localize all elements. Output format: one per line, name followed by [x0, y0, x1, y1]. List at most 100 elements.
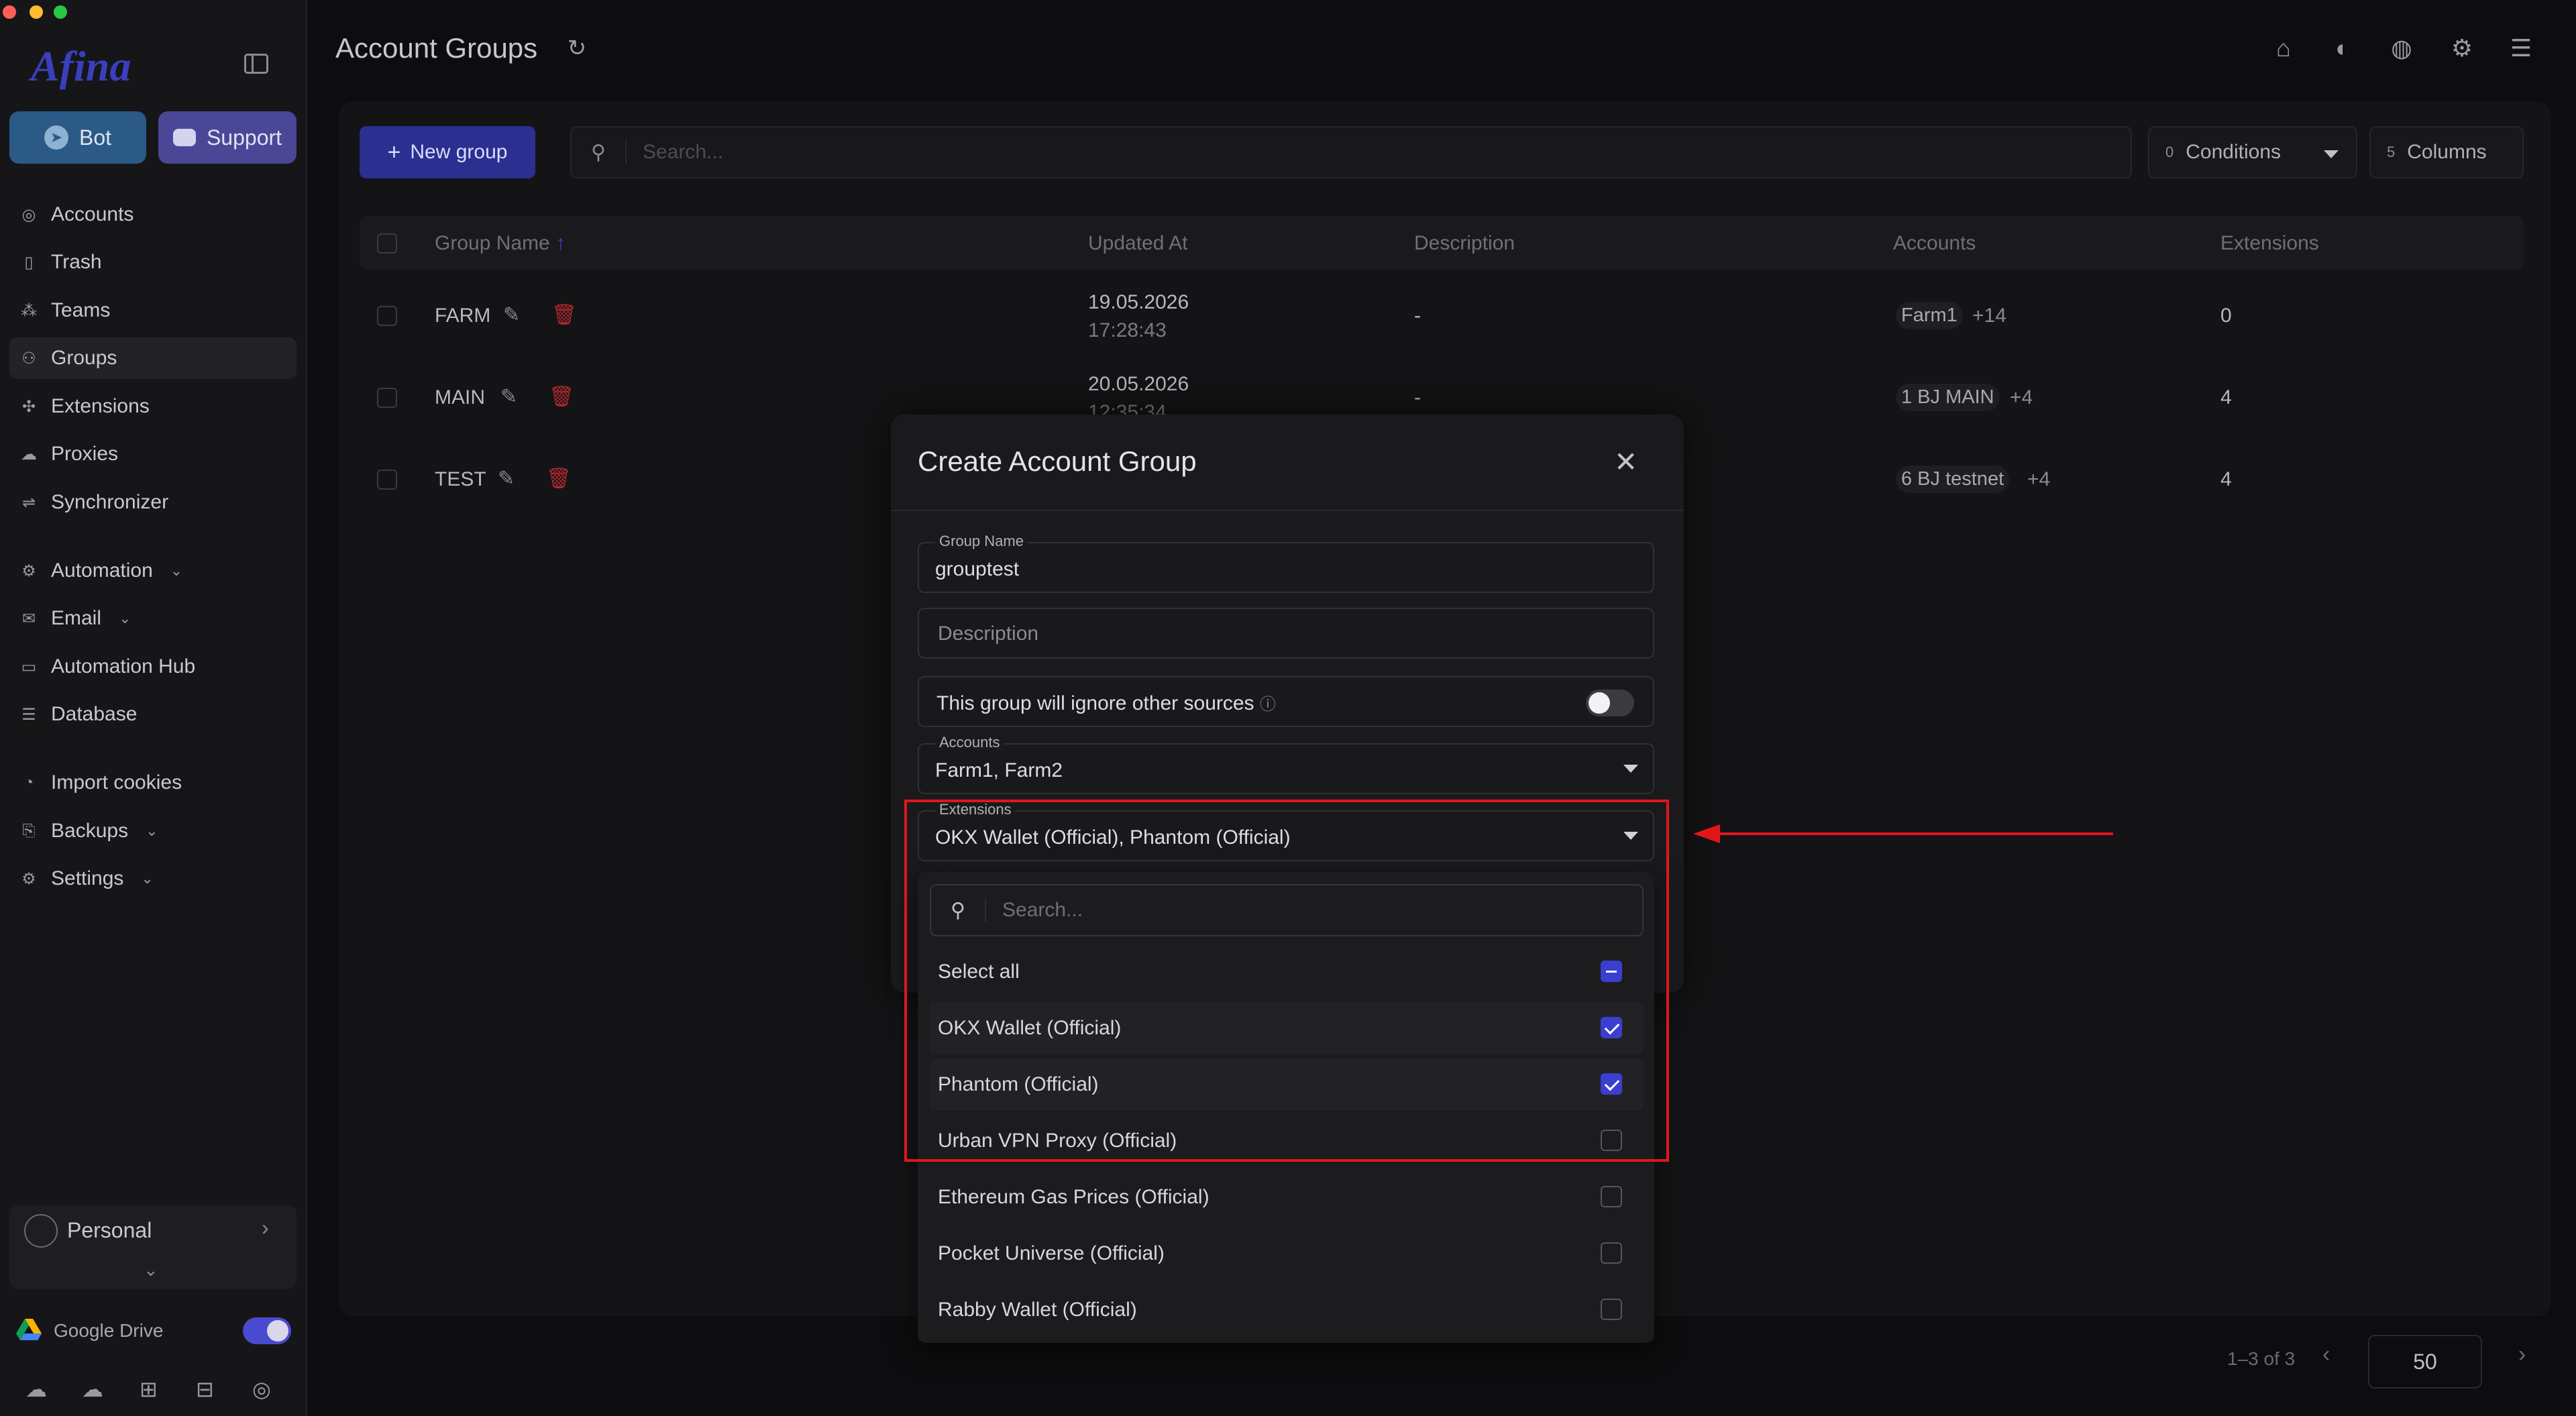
window-close-button[interactable] — [3, 5, 16, 19]
cloud-upload-icon[interactable]: ☁ — [25, 1376, 47, 1402]
extension-option[interactable]: Pocket Universe (Official) — [930, 1228, 1644, 1280]
sidebar-item-backups[interactable]: ⎘ Backups ⌄ — [9, 810, 297, 852]
column-header-group-name[interactable]: Group Name ↑ — [435, 232, 566, 255]
delete-icon[interactable]: 🗑 — [551, 303, 577, 327]
columns-button[interactable]: 5 Columns — [2369, 126, 2524, 178]
option-checkbox[interactable] — [1601, 1242, 1622, 1264]
support-button[interactable]: Support — [158, 111, 297, 164]
sidebar-item-trash[interactable]: ▯ Trash — [9, 241, 297, 283]
folder-download-icon[interactable]: ⊟ — [196, 1376, 214, 1402]
layout-icon[interactable]: ☰ — [2506, 34, 2536, 63]
sidebar-item-label: Teams — [51, 299, 111, 321]
profile-switcher[interactable]: Personal › ⌄ — [9, 1205, 297, 1289]
delete-icon[interactable]: 🗑 — [549, 385, 574, 409]
group-name-field[interactable]: Group Name grouptest — [918, 533, 1654, 593]
window-minimize-button[interactable] — [30, 5, 43, 19]
accounts-label: Accounts — [935, 734, 1004, 751]
refresh-icon[interactable]: ↻ — [562, 34, 592, 63]
sidebar-item-label: Email — [51, 607, 102, 629]
backup-icon: ⎘ — [22, 822, 36, 840]
list-icon: ☰ — [21, 705, 36, 724]
folder-upload-icon[interactable]: ⊞ — [140, 1376, 158, 1402]
column-header-extensions[interactable]: Extensions — [2220, 232, 2319, 255]
new-group-button[interactable]: + New group — [360, 126, 535, 178]
caret-down-icon — [2324, 150, 2339, 158]
chevron-down-icon[interactable]: ⌄ — [144, 1260, 158, 1281]
bot-button[interactable]: ➤ Bot — [9, 111, 146, 164]
row-checkbox[interactable] — [377, 470, 397, 490]
support-label: Support — [206, 125, 282, 150]
option-checkbox[interactable] — [1601, 1186, 1622, 1207]
row-checkbox[interactable] — [377, 388, 397, 408]
cloud-icon: ☁ — [21, 445, 37, 464]
new-group-label: New group — [410, 141, 508, 163]
next-page-button[interactable]: › — [2518, 1342, 2526, 1368]
select-all-rows-checkbox[interactable] — [377, 233, 397, 254]
user-circle-icon: ◎ — [21, 205, 36, 224]
sidebar-item-groups[interactable]: ⚇ Groups — [9, 337, 297, 379]
accounts-value: Farm1, Farm2 — [935, 759, 1063, 781]
sidebar-item-import-cookies[interactable]: ◔ Import cookies — [9, 762, 297, 804]
eye-off-icon[interactable]: ◎ — [252, 1376, 271, 1402]
sidebar-item-database[interactable]: ☰ Database — [9, 694, 297, 735]
chevron-down-icon: ⌄ — [119, 610, 131, 627]
sidebar-item-proxies[interactable]: ☁ Proxies — [9, 433, 297, 475]
cloud-download-icon[interactable]: ☁ — [82, 1376, 103, 1402]
rows-per-page-select[interactable]: 50 — [2368, 1335, 2482, 1388]
account-more: +14 — [1972, 305, 2006, 327]
prev-page-button[interactable]: ‹ — [2322, 1342, 2330, 1368]
ignore-sources-label: This group will ignore other sources ⓘ — [936, 691, 1276, 715]
delete-icon[interactable]: 🗑 — [546, 467, 572, 490]
updated-date: 19.05.2026 — [1088, 291, 1189, 313]
edit-icon[interactable]: ✎ — [500, 385, 517, 409]
edit-icon[interactable]: ✎ — [503, 303, 520, 327]
column-header-updated-at[interactable]: Updated At — [1088, 232, 1187, 255]
ignore-sources-toggle[interactable] — [1586, 690, 1634, 716]
extension-option[interactable]: Ethereum Gas Prices (Official) — [930, 1171, 1644, 1223]
globe-sync-icon[interactable]: ◐ — [2328, 34, 2357, 63]
sidebar-item-settings[interactable]: ⚙ Settings ⌄ — [9, 858, 297, 900]
globe-icon[interactable]: ◍ — [2387, 34, 2416, 63]
sidebar-item-label: Extensions — [51, 395, 150, 417]
caret-down-icon — [1623, 765, 1638, 773]
sidebar-item-automation-hub[interactable]: ▭ Automation Hub — [9, 646, 297, 688]
column-header-accounts[interactable]: Accounts — [1893, 232, 1976, 255]
window-maximize-button[interactable] — [54, 5, 67, 19]
edit-icon[interactable]: ✎ — [498, 467, 515, 490]
gear-icon[interactable]: ⚙ — [2447, 34, 2477, 63]
column-header-description[interactable]: Description — [1414, 232, 1515, 255]
row-checkbox[interactable] — [377, 306, 397, 326]
sidebar-item-teams[interactable]: ⁂ Teams — [9, 290, 297, 331]
sidebar-item-email[interactable]: ✉ Email ⌄ — [9, 598, 297, 639]
description-field[interactable]: Description — [918, 608, 1654, 659]
accounts-select[interactable]: Accounts Farm1, Farm2 — [918, 734, 1654, 794]
sidebar-item-label: Backups — [51, 820, 129, 842]
extensions-count: 0 — [2220, 305, 2232, 327]
ignore-sources-text: This group will ignore other sources — [936, 692, 1254, 714]
conditions-select[interactable]: 0 Conditions — [2148, 126, 2357, 178]
sidebar-item-synchronizer[interactable]: ⇌ Synchronizer — [9, 482, 297, 523]
laptop-icon: ▭ — [21, 657, 37, 676]
close-icon[interactable]: ✕ — [1614, 445, 1638, 478]
sidebar-item-label: Proxies — [51, 443, 119, 465]
sidebar-item-accounts[interactable]: ◎ Accounts — [9, 194, 297, 235]
sync-icon: ⇌ — [21, 493, 36, 512]
sidebar-item-automation[interactable]: ⚙ Automation ⌄ — [9, 550, 297, 592]
updated-time: 17:28:43 — [1088, 319, 1167, 341]
app-logo: Afina — [31, 42, 131, 90]
sidebar-item-extensions[interactable]: ✣ Extensions — [9, 386, 297, 427]
tag-icon[interactable]: ⌂ — [2269, 34, 2298, 63]
team-icon: ⁂ — [21, 301, 37, 320]
extensions-count: 4 — [2220, 468, 2232, 490]
sidebar-item-label: Database — [51, 703, 138, 725]
sidebar-item-label: Synchronizer — [51, 491, 169, 513]
group-name: MAIN — [435, 386, 485, 409]
search-input[interactable]: ⚲ Search... — [570, 126, 2132, 178]
extension-option[interactable]: Rabby Wallet (Official) — [930, 1284, 1644, 1336]
discord-icon — [172, 129, 196, 146]
option-checkbox[interactable] — [1601, 1299, 1622, 1320]
sidebar-item-label: Import cookies — [51, 771, 182, 794]
google-drive-toggle[interactable] — [243, 1317, 291, 1344]
columns-label: Columns — [2407, 141, 2487, 163]
sidebar-toggle-icon[interactable] — [244, 54, 268, 74]
